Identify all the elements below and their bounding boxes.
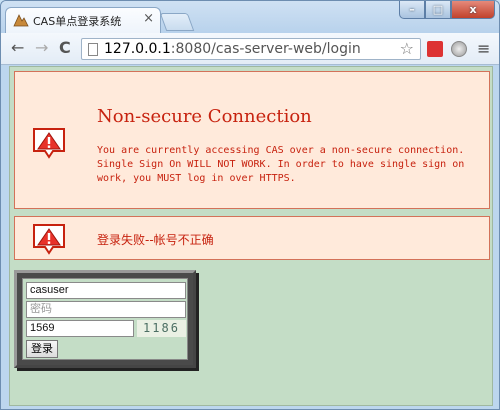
login-button[interactable]: 登录 [26, 340, 58, 358]
address-bar[interactable]: 127.0.0.1:8080/cas-server-web/login ☆ [81, 38, 421, 60]
minimize-button[interactable]: – [399, 1, 425, 19]
login-form-body: casuser 密码 1569 1186 登录 [22, 278, 188, 360]
tab-strip: CAS单点登录系统 × – □ x [1, 1, 499, 33]
error-text: 登录失败--帐号不正确 [97, 233, 214, 247]
alert-icon [33, 224, 65, 255]
close-window-button[interactable]: x [451, 1, 495, 19]
captcha-image[interactable]: 1186 [137, 320, 186, 337]
page-content: Non-secure Connection You are currently … [9, 66, 493, 406]
password-input[interactable]: 密码 [26, 301, 186, 318]
url-host: 127.0.0.1 [104, 41, 171, 57]
alert-icon [33, 128, 65, 159]
page-icon [88, 43, 98, 56]
extension-icon[interactable] [427, 41, 443, 57]
new-tab-button[interactable] [159, 13, 195, 31]
maximize-icon: □ [432, 3, 444, 16]
close-icon: x [469, 3, 477, 16]
warning-message: Non-secure Connection You are currently … [14, 71, 490, 209]
login-form: casuser 密码 1569 1186 登录 [14, 270, 196, 368]
captcha-input[interactable]: 1569 [26, 320, 134, 337]
username-input[interactable]: casuser [26, 282, 186, 299]
extension-globe-icon[interactable] [451, 41, 467, 57]
tab-cas-login[interactable]: CAS单点登录系统 × [5, 7, 161, 33]
browser-toolbar: ← → C 127.0.0.1:8080/cas-server-web/logi… [1, 33, 499, 65]
url-path: :8080/cas-server-web/login [170, 41, 361, 57]
bookmark-star-icon[interactable]: ☆ [400, 39, 414, 58]
menu-icon[interactable]: ≡ [477, 39, 490, 58]
minimize-icon: – [409, 3, 415, 16]
tab-title: CAS单点登录系统 [33, 15, 122, 28]
back-button[interactable]: ← [11, 40, 24, 56]
window-controls: – □ x [399, 1, 495, 21]
url-text: 127.0.0.1:8080/cas-server-web/login [104, 41, 361, 57]
error-message: 登录失败--帐号不正确 [14, 216, 490, 260]
tab-close-icon[interactable]: × [143, 11, 154, 26]
browser-window: CAS单点登录系统 × – □ x ← → C 127.0.0.1:8080/c… [0, 0, 500, 410]
reload-button[interactable]: C [59, 40, 71, 56]
warning-title: Non-secure Connection [97, 106, 312, 127]
maximize-button[interactable]: □ [425, 1, 451, 19]
forward-button[interactable]: → [35, 40, 48, 56]
warning-body: You are currently accessing CAS over a n… [97, 145, 465, 184]
cas-favicon-icon [13, 14, 29, 27]
